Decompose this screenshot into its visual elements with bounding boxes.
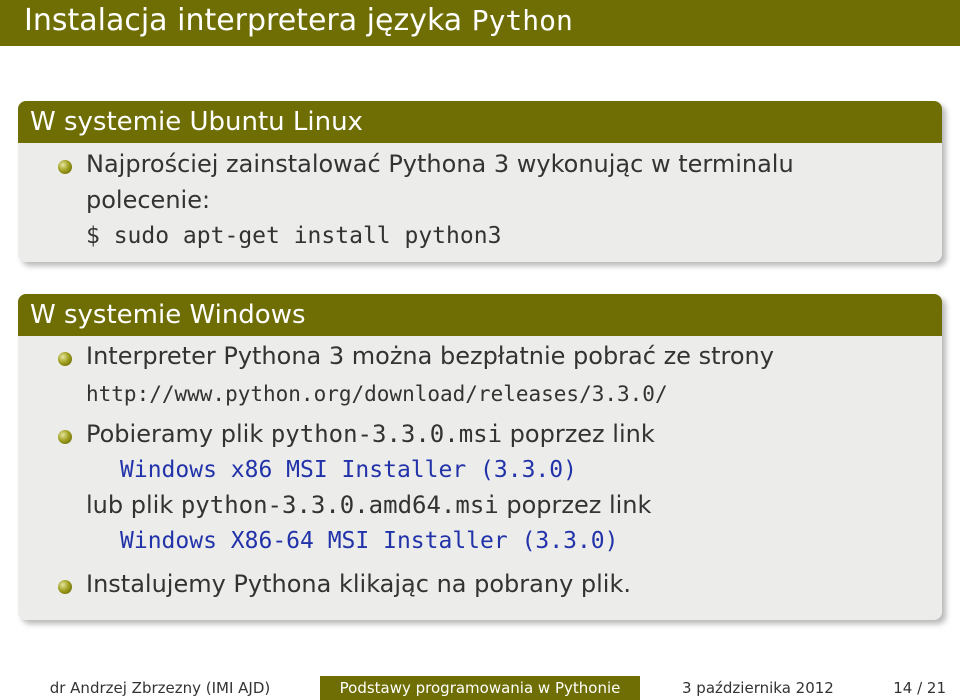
windows-bullet-2-alt-post: poprzez link [498, 491, 652, 519]
windows-x86-installer-link[interactable]: Windows x86 MSI Installer (3.3.0) [120, 457, 577, 483]
windows-bullet-2-post: poprzez link [502, 420, 655, 448]
footer-author: dr Andrzej Zbrzezny (IMI AJD) [0, 676, 320, 700]
footer-date: 3 października 2012 [682, 679, 834, 697]
ubuntu-block-heading: W systemie Ubuntu Linux [18, 101, 942, 143]
windows-bullet-2-pre: Pobieramy plik [86, 420, 271, 448]
footer-page-number: 14 / 21 [893, 679, 946, 697]
footer-course: Podstawy programowania w Pythonie [320, 676, 640, 700]
bullet-icon [58, 580, 72, 594]
ubuntu-bullet-line-1: Najprościej zainstalować Pythona 3 wykon… [86, 150, 794, 178]
slide-title-text: Instalacja interpretera języka [24, 3, 472, 38]
python-download-url: http://www.python.org/download/releases/… [86, 382, 668, 406]
slide-title-code: Python [471, 4, 573, 37]
windows-bullet-2: Pobieramy plik python-3.3.0.msi poprzez … [86, 420, 655, 448]
slide-footer: dr Andrzej Zbrzezny (IMI AJD) Podstawy p… [0, 676, 960, 700]
bullet-icon [58, 352, 72, 366]
slide-title: Instalacja interpretera języka Python [0, 0, 960, 46]
windows-bullet-2-alt-file: python-3.3.0.amd64.msi [180, 491, 499, 519]
windows-block-heading: W systemie Windows [18, 294, 942, 336]
windows-bullet-3: Instalujemy Pythona klikając na pobrany … [86, 570, 631, 598]
ubuntu-block: W systemie Ubuntu Linux Najprościej zain… [18, 101, 942, 262]
windows-block: W systemie Windows Interpreter Pythona 3… [18, 294, 942, 620]
windows-bullet-2-file: python-3.3.0.msi [270, 420, 503, 448]
ubuntu-bullet-line-2: polecenie: [86, 186, 211, 214]
ubuntu-command: $ sudo apt-get install python3 [86, 223, 502, 249]
bullet-icon [58, 160, 72, 174]
footer-date-page: 3 października 2012 14 / 21 [640, 676, 960, 700]
windows-bullet-1: Interpreter Pythona 3 można bezpłatnie p… [86, 342, 774, 370]
bullet-icon [58, 430, 72, 444]
windows-bullet-2-alt-pre: lub plik [86, 491, 181, 519]
windows-bullet-2-alt: lub plik python-3.3.0.amd64.msi poprzez … [86, 491, 651, 519]
windows-x86-64-installer-link[interactable]: Windows X86-64 MSI Installer (3.3.0) [120, 528, 619, 554]
